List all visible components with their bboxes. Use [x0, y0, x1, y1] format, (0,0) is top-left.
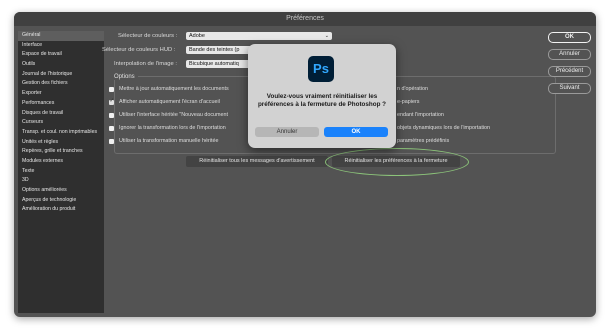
option-legacy-new-doc: Utiliser l'interface héritée "Nouveau do…: [119, 112, 229, 118]
color-picker-label: Sélecteur de couleurs :: [118, 33, 178, 39]
sidebar-item[interactable]: 3D: [18, 176, 104, 186]
checkbox-legacy-new-doc[interactable]: [109, 113, 114, 118]
option-right-1: n d'opération: [397, 86, 429, 92]
option-right-3: endant l'importation: [397, 112, 444, 118]
sidebar-item[interactable]: Amélioration du produit: [18, 205, 104, 215]
cancel-button[interactable]: Annuler: [548, 49, 591, 60]
sidebar-item[interactable]: Outils: [18, 60, 104, 70]
highlight-ring: [325, 148, 469, 176]
option-right-4: objets dynamiques lors de l'importation: [397, 125, 491, 131]
sidebar-item[interactable]: Texte: [18, 167, 104, 177]
dialog-message: Voulez-vous vraiment réinitialiser les p…: [257, 93, 387, 108]
sidebar-item[interactable]: Général: [18, 31, 104, 41]
confirm-dialog: Ps Voulez-vous vraiment réinitialiser le…: [248, 44, 396, 148]
sidebar-item[interactable]: Disques de travail: [18, 109, 104, 119]
previous-button[interactable]: Précédent: [548, 66, 591, 77]
sidebar-item[interactable]: Transp. et coul. non imprimables: [18, 128, 104, 138]
reset-warnings-button[interactable]: Réinitialiser tous les messages d'averti…: [186, 156, 328, 167]
option-legacy-free-transform: Utiliser la transformation manuelle héri…: [119, 138, 219, 144]
option-skip-transform: Ignorer la transformation lors de l'impo…: [119, 125, 226, 131]
checkbox-skip-transform[interactable]: [109, 126, 114, 131]
ok-button[interactable]: OK: [548, 32, 591, 43]
option-auto-update: Mettre à jour automatiquement les docume…: [119, 86, 229, 92]
options-title: Options: [111, 74, 138, 80]
color-picker-select[interactable]: Adobe ⌄: [186, 32, 332, 40]
sidebar-item[interactable]: Interface: [18, 41, 104, 51]
color-picker-value: Adobe: [189, 33, 205, 39]
sidebar-item[interactable]: Aperçus de technologie: [18, 196, 104, 206]
hud-picker-value: Bande des teintes (p: [189, 47, 240, 53]
sidebar-item[interactable]: Unités et règles: [18, 138, 104, 148]
checkbox-legacy-free-transform[interactable]: [109, 139, 114, 144]
sidebar-item[interactable]: Curseurs: [18, 118, 104, 128]
sidebar-item[interactable]: Espace de travail: [18, 50, 104, 60]
checkbox-show-home-screen[interactable]: [109, 98, 114, 105]
sidebar-item[interactable]: Options améliorées: [18, 186, 104, 196]
sidebar-item[interactable]: Exporter: [18, 89, 104, 99]
sidebar-item[interactable]: Journal de l'historique: [18, 70, 104, 80]
sidebar-item[interactable]: Repères, grille et tranches: [18, 147, 104, 157]
next-button[interactable]: Suivant: [548, 83, 591, 94]
window-title: Préférences: [14, 12, 596, 26]
photoshop-app-icon: Ps: [308, 56, 334, 82]
chevron-down-icon: ⌄: [324, 33, 329, 39]
interpolation-value: Bicubique automatiq: [189, 61, 239, 67]
sidebar: Général Interface Espace de travail Outils J…: [18, 31, 104, 313]
hud-picker-label: Sélecteur de couleurs HUD :: [102, 47, 176, 53]
sidebar-item[interactable]: Performances: [18, 99, 104, 109]
sidebar-item[interactable]: Gestion des fichiers: [18, 79, 104, 89]
dialog-cancel-button[interactable]: Annuler: [255, 127, 319, 137]
option-show-home-screen: Afficher automatiquement l'écran d'accue…: [119, 99, 220, 105]
checkbox-auto-update[interactable]: [109, 87, 114, 92]
option-right-2: e-papiers: [397, 99, 420, 105]
sidebar-item[interactable]: Modules externes: [18, 157, 104, 167]
dialog-ok-button[interactable]: OK: [324, 127, 388, 137]
interpolation-label: Interpolation de l'image :: [114, 61, 177, 67]
option-right-5: paramètres prédéfinis: [397, 138, 450, 144]
